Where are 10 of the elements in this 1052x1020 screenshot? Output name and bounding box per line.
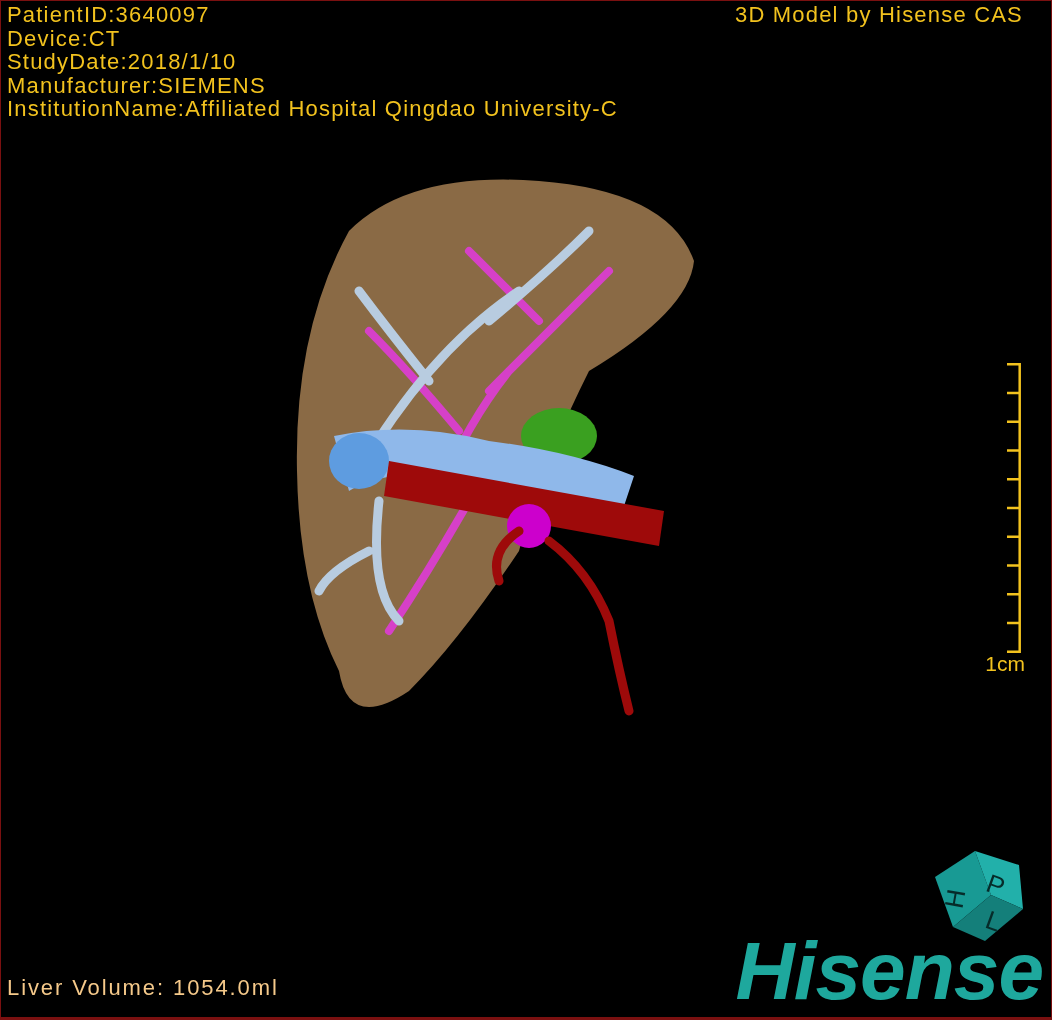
info-text: StudyDate:2018/1/10 bbox=[7, 50, 238, 74]
model-title: 3D Model by Hisense CAS bbox=[734, 3, 1023, 27]
volume-text: Liver Volume: 1054.0ml bbox=[7, 975, 279, 1001]
info-text: Device:CT bbox=[7, 26, 122, 50]
cube-face-label: P bbox=[982, 867, 1009, 903]
scale-label: 1cm bbox=[985, 652, 1025, 675]
info-text: PatientID:3640097 bbox=[7, 3, 211, 27]
info-text: Manufacturer:SIEMENS bbox=[7, 73, 267, 97]
info-text: InstitutionName:Affiliated Hospital Qingdao University-C bbox=[7, 97, 618, 121]
cube-face-label: H bbox=[938, 886, 972, 911]
